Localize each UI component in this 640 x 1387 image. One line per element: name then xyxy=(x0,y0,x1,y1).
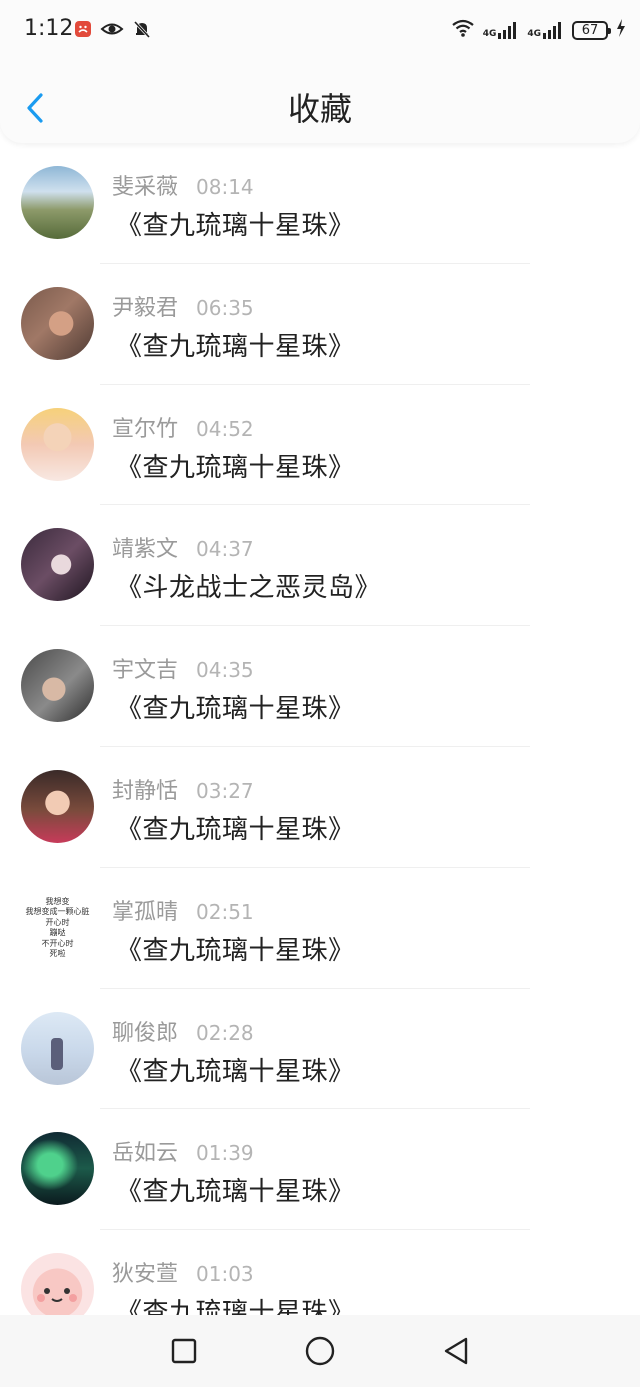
item-meta: 聊俊郎 02:28 xyxy=(112,1015,254,1047)
user-name: 掌孤晴 xyxy=(112,899,179,925)
item-title: 《查九琉璃十星珠》 xyxy=(116,211,355,241)
list-item[interactable]: 宇文吉 04:35 《查九琉璃十星珠》 xyxy=(0,626,640,747)
list-item[interactable]: 狄安萱 01:03 《查九琉璃十星珠》 xyxy=(0,1230,640,1315)
triangle-back-icon xyxy=(444,1337,468,1365)
item-time: 02:28 xyxy=(196,1020,254,1045)
battery-indicator: 67 xyxy=(572,20,611,40)
user-name: 聊俊郎 xyxy=(112,1020,179,1046)
status-right-icons: 4G 4G 67 xyxy=(451,18,626,42)
recent-apps-button[interactable] xyxy=(166,1333,202,1369)
list-item[interactable]: 封静恬 03:27 《查九琉璃十星珠》 xyxy=(0,747,640,868)
network-type-2: 4G xyxy=(527,29,541,39)
avatar[interactable]: 我想变 我想变成一颗心脏 开心时 蹦哒 不开心时 死啦 xyxy=(21,890,94,964)
screen: 1:12 4G 4G 67 收藏 斐采薇 08:14 《查九琉璃十星珠》 尹毅君… xyxy=(0,0,640,1387)
home-button[interactable] xyxy=(302,1333,338,1369)
item-time: 08:14 xyxy=(196,175,254,199)
avatar[interactable] xyxy=(21,1132,94,1206)
avatar[interactable] xyxy=(21,407,94,481)
item-meta: 宇文吉 04:35 xyxy=(112,652,254,684)
network-type-1: 4G xyxy=(482,29,497,39)
poem-line: 蹦哒 xyxy=(49,928,66,938)
item-meta: 尹毅君 06:35 xyxy=(112,290,254,322)
circle-icon xyxy=(305,1336,335,1366)
item-title: 《查九琉璃十星珠》 xyxy=(116,814,355,845)
item-meta: 狄安萱 01:03 xyxy=(112,1256,254,1288)
square-icon xyxy=(171,1338,197,1364)
back-nav-button[interactable] xyxy=(438,1333,474,1369)
avatar[interactable] xyxy=(21,649,94,723)
poem-line: 我想变 xyxy=(45,896,70,906)
user-name: 宣尔竹 xyxy=(112,416,179,442)
cartoon-face-icon xyxy=(37,1288,77,1303)
list-item[interactable]: 宣尔竹 04:52 《查九琉璃十星珠》 xyxy=(0,385,640,506)
item-time: 02:51 xyxy=(196,899,254,924)
eye-icon xyxy=(100,20,124,42)
item-time: 01:03 xyxy=(196,1262,254,1287)
item-time: 04:37 xyxy=(196,537,254,562)
item-title: 《查九琉璃十星珠》 xyxy=(116,452,355,483)
list-item[interactable]: 靖紫文 04:37 《斗龙战士之恶灵岛》 xyxy=(0,505,640,627)
avatar[interactable] xyxy=(21,286,94,360)
user-name: 狄安萱 xyxy=(112,1262,179,1288)
wifi-icon xyxy=(451,18,475,42)
user-name: 靖紫文 xyxy=(112,537,179,563)
item-title: 《查九琉璃十星珠》 xyxy=(116,1056,355,1087)
list-item[interactable]: 聊俊郎 02:28 《查九琉璃十星珠》 xyxy=(0,989,640,1110)
poem-line: 我想变成一颗心脏 xyxy=(25,907,90,917)
item-time: 03:27 xyxy=(196,778,254,803)
avatar[interactable] xyxy=(21,528,94,602)
user-name: 宇文吉 xyxy=(112,658,179,684)
status-time: 1:12 xyxy=(24,16,74,41)
avatar-poem: 我想变 我想变成一颗心脏 开心时 蹦哒 不开心时 死啦 xyxy=(21,891,94,960)
signal-icon-1: 4G xyxy=(483,21,520,39)
list-item[interactable]: 岳如云 01:39 《查九琉璃十星珠》 xyxy=(0,1109,640,1231)
system-navigation-bar xyxy=(0,1315,640,1387)
charging-icon xyxy=(616,19,626,41)
app-notification-icon xyxy=(74,20,92,42)
avatar[interactable] xyxy=(21,1011,94,1085)
item-title: 《查九琉璃十星珠》 xyxy=(116,935,355,966)
avatar[interactable] xyxy=(21,166,94,239)
item-meta: 岳如云 01:39 xyxy=(112,1135,254,1167)
poem-line: 开心时 xyxy=(45,917,70,927)
item-title: 《斗龙战士之恶灵岛》 xyxy=(116,573,382,604)
header: 1:12 4G 4G 67 收藏 xyxy=(0,0,640,143)
poem-line: 死啦 xyxy=(49,949,66,959)
favorites-list[interactable]: 斐采薇 08:14 《查九琉璃十星珠》 尹毅君 06:35 《查九琉璃十星珠》 … xyxy=(0,143,640,1315)
status-bar: 1:12 4G 4G 67 xyxy=(0,0,640,60)
item-meta: 掌孤晴 02:51 xyxy=(112,894,254,926)
user-name: 尹毅君 xyxy=(112,295,179,321)
signal-icon-2: 4G xyxy=(527,21,564,39)
mute-bell-icon xyxy=(132,19,152,43)
poem-line: 不开心时 xyxy=(41,938,74,948)
avatar[interactable] xyxy=(21,769,94,843)
item-title: 《查九琉璃十星珠》 xyxy=(116,331,355,362)
user-name: 斐采薇 xyxy=(112,175,179,200)
item-title: 《查九琉璃十星珠》 xyxy=(116,1298,355,1315)
item-time: 01:39 xyxy=(196,1141,254,1166)
item-time: 06:35 xyxy=(196,295,254,320)
item-meta: 靖紫文 04:37 xyxy=(112,531,254,563)
avatar[interactable] xyxy=(21,1253,94,1315)
item-meta: 斐采薇 08:14 xyxy=(112,169,254,201)
list-item[interactable]: 斐采薇 08:14 《查九琉璃十星珠》 xyxy=(0,143,640,264)
list-item[interactable]: 尹毅君 06:35 《查九琉璃十星珠》 xyxy=(0,264,640,385)
user-name: 封静恬 xyxy=(112,778,179,804)
page-title: 收藏 xyxy=(287,90,352,128)
item-title: 《查九琉璃十星珠》 xyxy=(116,694,355,725)
item-time: 04:52 xyxy=(196,416,254,441)
item-time: 04:35 xyxy=(196,658,254,683)
item-title: 《查九琉璃十星珠》 xyxy=(116,1177,355,1208)
list-item[interactable]: 我想变 我想变成一颗心脏 开心时 蹦哒 不开心时 死啦 掌孤晴 02:51 《查… xyxy=(0,868,640,989)
item-meta: 封静恬 03:27 xyxy=(112,773,254,805)
user-name: 岳如云 xyxy=(112,1141,179,1167)
status-left-icons xyxy=(74,19,152,43)
item-meta: 宣尔竹 04:52 xyxy=(112,411,254,443)
